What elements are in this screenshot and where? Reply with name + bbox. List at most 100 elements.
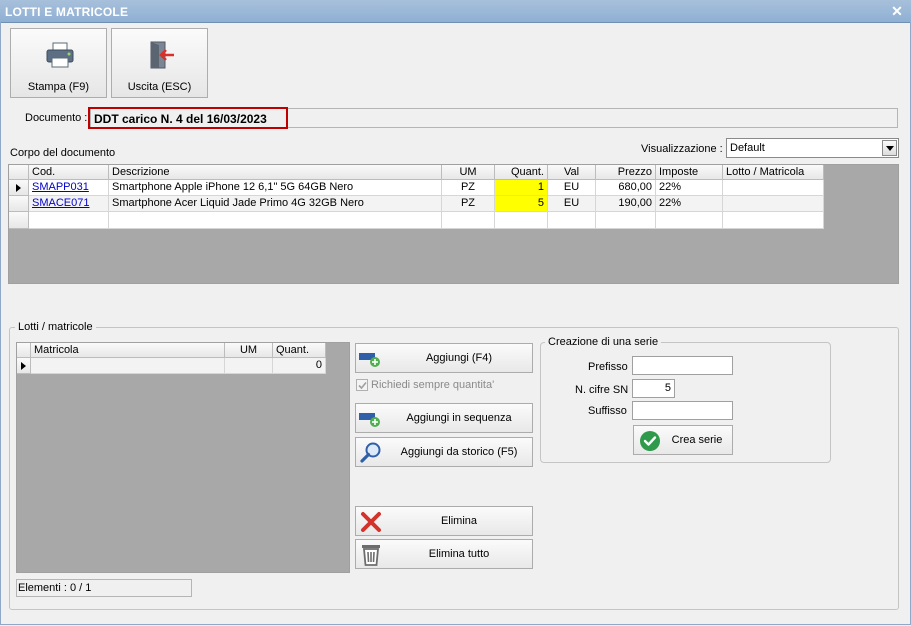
table-row-cell-prezzo[interactable]: 680,00 — [596, 180, 656, 196]
title-bar: LOTTI E MATRICOLE ✕ — [0, 0, 911, 23]
exit-label: Uscita (ESC) — [127, 81, 192, 93]
row-selector-current[interactable] — [9, 180, 29, 196]
current-row-arrow-icon — [21, 362, 26, 370]
add-row-icon — [359, 413, 380, 427]
row-selector[interactable] — [9, 196, 29, 212]
new-row-cell[interactable] — [29, 212, 109, 229]
row-selector-current[interactable] — [17, 358, 31, 374]
magnifier-icon — [360, 442, 381, 463]
table-row-cell-descrizione[interactable]: Smartphone Acer Liquid Jade Primo 4G 32G… — [109, 196, 442, 212]
suffisso-input[interactable] — [632, 401, 733, 420]
green-check-icon — [640, 431, 660, 451]
aggiungi-sequenza-label: Aggiungi in sequenza — [406, 412, 512, 424]
col-header-val[interactable]: Val — [548, 165, 596, 180]
checkmark-icon — [358, 381, 367, 390]
table-row-cell-um[interactable] — [225, 358, 273, 374]
new-row-cell[interactable] — [548, 212, 596, 229]
col-header-prezzo[interactable]: Prezzo — [596, 165, 656, 180]
documento-highlight: DDT carico N. 4 del 16/03/2023 — [88, 107, 288, 129]
table-row-cell-lotto[interactable] — [723, 196, 824, 212]
col-header-matricola[interactable]: Matricola — [31, 343, 225, 358]
elimina-tutto-label: Elimina tutto — [428, 548, 490, 560]
table-row-cell-cod[interactable]: SMACE071 — [29, 196, 109, 212]
aggiungi-label: Aggiungi (F4) — [425, 352, 493, 364]
aggiungi-button[interactable]: Aggiungi (F4) — [355, 343, 533, 373]
visualizzazione-label: Visualizzazione : — [641, 143, 723, 155]
elimina-tutto-button[interactable]: Elimina tutto — [355, 539, 533, 569]
table-row-cell-imposte[interactable]: 22% — [656, 180, 723, 196]
print-label: Stampa (F9) — [27, 81, 90, 93]
aggiungi-storico-label: Aggiungi da storico (F5) — [400, 446, 518, 458]
row-header-corner — [17, 343, 31, 358]
new-row-cell[interactable] — [442, 212, 495, 229]
crea-serie-label: Crea serie — [671, 434, 723, 446]
prefisso-label: Prefisso — [588, 361, 628, 373]
add-row-icon — [359, 353, 380, 367]
exit-door-icon — [150, 41, 174, 69]
cifre-sn-input[interactable]: 5 — [632, 379, 675, 398]
table-row-cell-matricola[interactable] — [31, 358, 225, 374]
crea-serie-button[interactable]: Crea serie — [633, 425, 733, 455]
documento-value: DDT carico N. 4 del 16/03/2023 — [94, 112, 267, 126]
trash-icon — [362, 545, 380, 566]
serie-group-title: Creazione di una serie — [545, 336, 662, 348]
cifre-value: 5 — [664, 382, 671, 394]
row-selector-new[interactable] — [9, 212, 29, 229]
col-header-descrizione[interactable]: Descrizione — [109, 165, 442, 180]
new-row-cell[interactable] — [109, 212, 442, 229]
new-row-cell[interactable] — [656, 212, 723, 229]
visualizzazione-value: Default — [730, 142, 765, 154]
lotti-group-title: Lotti / matricole — [15, 321, 96, 333]
elimina-label: Elimina — [440, 515, 478, 527]
col-header-cod[interactable]: Cod. — [29, 165, 109, 180]
suffisso-label: Suffisso — [588, 405, 627, 417]
new-row-cell[interactable] — [596, 212, 656, 229]
lotti-grid: Matricola UM Quant. 0 — [16, 342, 350, 573]
richiedi-label: Richiedi sempre quantita' — [371, 379, 495, 391]
chevron-down-icon — [886, 146, 894, 151]
row-header-corner — [9, 165, 29, 180]
dropdown-arrow-button[interactable] — [882, 140, 897, 156]
aggiungi-sequenza-button[interactable]: Aggiungi in sequenza — [355, 403, 533, 433]
corpo-grid: Cod. Descrizione UM Quant. Val Prezzo Im… — [8, 164, 899, 284]
table-row-cell-quant[interactable]: 5 — [495, 196, 548, 212]
exit-button[interactable]: Uscita (ESC) — [111, 28, 208, 98]
elementi-counter: Elementi : 0 / 1 — [16, 579, 192, 597]
aggiungi-storico-button[interactable]: Aggiungi da storico (F5) — [355, 437, 533, 467]
col-header-um[interactable]: UM — [225, 343, 273, 358]
table-row-cell-quant[interactable]: 0 — [273, 358, 326, 374]
table-row-cell-quant[interactable]: 1 — [495, 180, 548, 196]
table-row-cell-um[interactable]: PZ — [442, 196, 495, 212]
table-row-cell-cod[interactable]: SMAPP031 — [29, 180, 109, 196]
richiedi-checkbox[interactable] — [356, 379, 368, 391]
corpo-label: Corpo del documento — [10, 147, 116, 159]
col-header-quant[interactable]: Quant. — [273, 343, 326, 358]
close-icon[interactable]: ✕ — [888, 2, 906, 20]
documento-label: Documento : — [25, 112, 88, 124]
table-row-cell-descrizione[interactable]: Smartphone Apple iPhone 12 6,1" 5G 64GB … — [109, 180, 442, 196]
printer-icon — [46, 42, 74, 68]
col-header-lotto[interactable]: Lotto / Matricola — [723, 165, 824, 180]
table-row-cell-lotto[interactable] — [723, 180, 824, 196]
cod-link[interactable]: SMAPP031 — [32, 181, 89, 193]
col-header-imposte[interactable]: Imposte — [656, 165, 723, 180]
cifre-label: N. cifre SN — [575, 384, 629, 396]
col-header-um[interactable]: UM — [442, 165, 495, 180]
prefisso-input[interactable] — [632, 356, 733, 375]
table-row-cell-val[interactable]: EU — [548, 180, 596, 196]
window-title: LOTTI E MATRICOLE — [5, 5, 129, 19]
col-header-quant[interactable]: Quant. — [495, 165, 548, 180]
table-row-cell-imposte[interactable]: 22% — [656, 196, 723, 212]
new-row-cell[interactable] — [723, 212, 824, 229]
current-row-arrow-icon — [16, 184, 21, 192]
elementi-text: Elementi : 0 / 1 — [18, 582, 92, 594]
table-row-cell-prezzo[interactable]: 190,00 — [596, 196, 656, 212]
table-row-cell-um[interactable]: PZ — [442, 180, 495, 196]
visualizzazione-select[interactable]: Default — [726, 138, 899, 158]
red-x-icon — [361, 512, 381, 532]
print-button[interactable]: Stampa (F9) — [10, 28, 107, 98]
cod-link[interactable]: SMACE071 — [32, 197, 89, 209]
new-row-cell[interactable] — [495, 212, 548, 229]
table-row-cell-val[interactable]: EU — [548, 196, 596, 212]
elimina-button[interactable]: Elimina — [355, 506, 533, 536]
